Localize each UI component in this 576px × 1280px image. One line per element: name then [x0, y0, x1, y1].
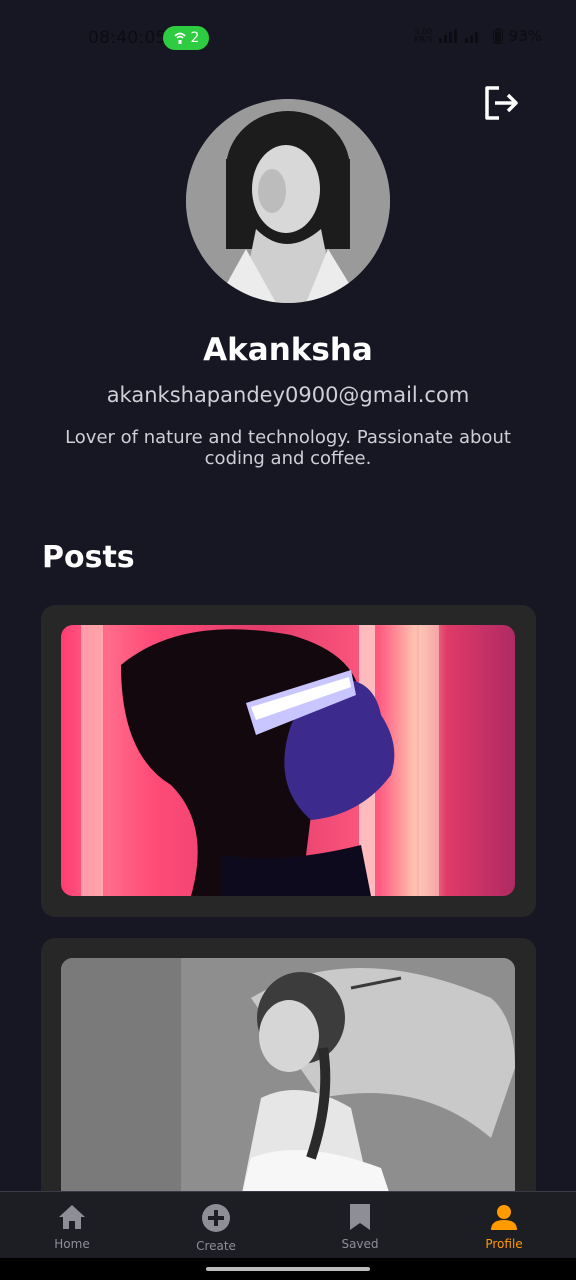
nav-home[interactable]: Home: [0, 1192, 144, 1259]
post-image[interactable]: [61, 625, 515, 896]
nav-label: Profile: [485, 1237, 523, 1251]
logout-icon: [485, 86, 518, 120]
nav-create[interactable]: Create: [144, 1192, 288, 1259]
signal-icon: [438, 29, 478, 43]
profile-screen: 08:40:05 2 5.00 KB/S 93% Akanksha akanks…: [0, 0, 576, 1280]
home-indicator[interactable]: [206, 1267, 370, 1271]
post-photo-neon: [81, 625, 439, 896]
nav-saved[interactable]: Saved: [288, 1192, 432, 1259]
nav-label: Saved: [341, 1237, 379, 1251]
status-time: 08:40:05: [88, 28, 167, 48]
nav-label: Create: [196, 1239, 236, 1253]
posts-heading: Posts: [42, 540, 135, 575]
gesture-bar: [0, 1258, 576, 1280]
post-photo-umbrella: [61, 958, 515, 1198]
hotspot-icon: [173, 32, 186, 44]
nav-profile[interactable]: Profile: [432, 1192, 576, 1259]
hotspot-count: 2: [190, 30, 200, 46]
bottom-navigation: Home Create Saved Profile: [0, 1191, 576, 1259]
avatar-photo: [186, 99, 390, 303]
status-indicators: 5.00 KB/S 93%: [414, 27, 542, 45]
bookmark-icon: [350, 1204, 370, 1230]
home-icon: [59, 1205, 85, 1229]
post-card[interactable]: [41, 605, 536, 917]
net-speed: 5.00 KB/S: [414, 27, 433, 44]
post-image[interactable]: [61, 958, 515, 1198]
profile-avatar[interactable]: [186, 99, 390, 303]
hotspot-badge: 2: [163, 26, 209, 50]
post-card[interactable]: [41, 938, 536, 1198]
person-icon: [491, 1205, 517, 1230]
add-circle-icon: [202, 1204, 230, 1232]
profile-name: Akanksha: [203, 332, 373, 368]
profile-email: akankshapandey0900@gmail.com: [106, 383, 470, 407]
profile-bio: Lover of nature and technology. Passiona…: [65, 427, 511, 469]
battery-icon: [492, 28, 503, 44]
logout-button[interactable]: [482, 84, 520, 122]
status-bar: 08:40:05 2 5.00 KB/S 93%: [0, 0, 576, 76]
battery-level: 93%: [508, 27, 542, 45]
nav-label: Home: [54, 1237, 90, 1251]
